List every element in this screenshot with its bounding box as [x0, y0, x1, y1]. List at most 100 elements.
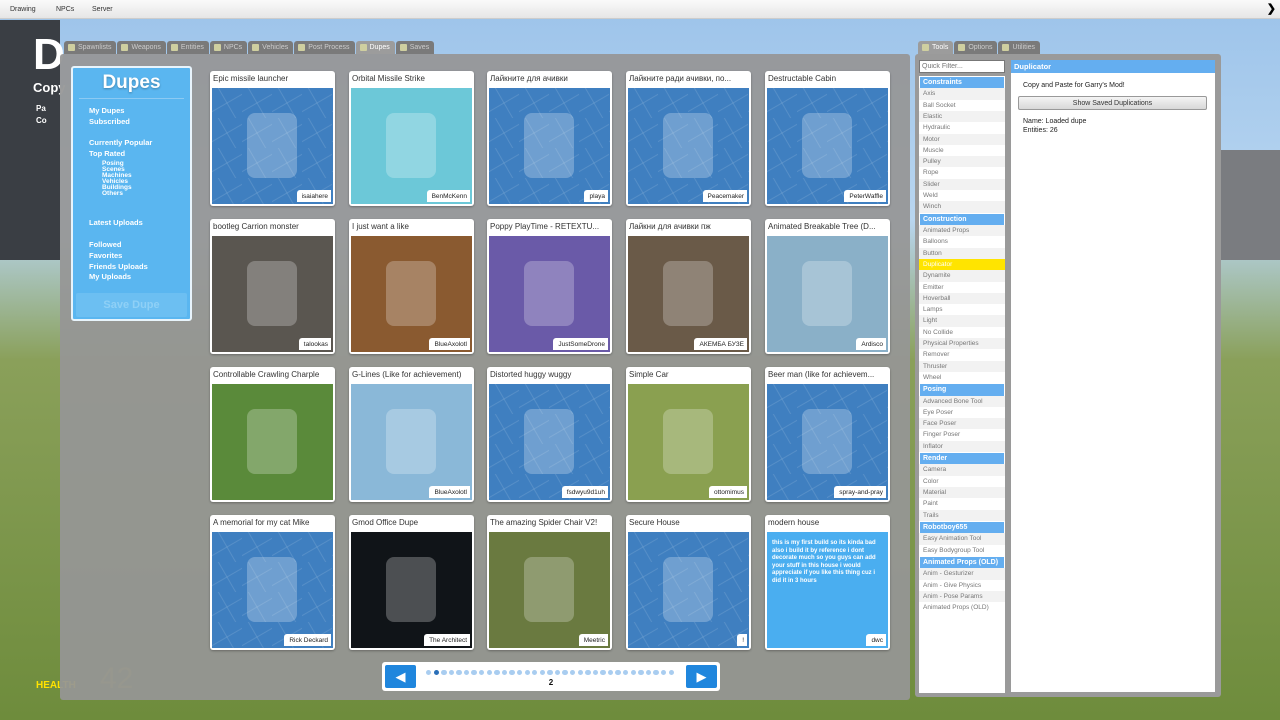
tool-item[interactable]: Color: [919, 476, 1005, 487]
dupe-author[interactable]: spray-and-pray: [834, 486, 886, 498]
quick-filter-input[interactable]: [919, 60, 1005, 73]
tab-entities[interactable]: Entities: [166, 41, 209, 54]
tool-category-header[interactable]: Render: [920, 453, 1004, 465]
tool-item[interactable]: Pulley: [919, 156, 1005, 168]
tool-item[interactable]: Winch: [919, 201, 1005, 213]
dupe-author[interactable]: BenMcKenn: [426, 190, 470, 202]
sidebar-item-my-dupes[interactable]: My Dupes: [89, 106, 124, 115]
dupe-author[interactable]: !: [737, 634, 747, 646]
dupe-card[interactable]: Destructable Cabin PeterWaffle: [765, 71, 890, 206]
page-dot[interactable]: [426, 670, 432, 676]
page-dot[interactable]: [448, 670, 455, 676]
dupe-card[interactable]: Gmod Office Dupe The Architect: [349, 515, 474, 650]
sidebar-item-favorites[interactable]: Favorites: [89, 251, 122, 260]
tool-item[interactable]: Wheel: [919, 372, 1005, 383]
tool-item[interactable]: Inflator: [919, 440, 1005, 453]
tab-spawnlists[interactable]: Spawnlists: [64, 41, 117, 54]
page-dot[interactable]: [433, 670, 439, 676]
dupe-card[interactable]: Лайкни для ачивки пж АКЕМБА БУЗЕ: [626, 219, 751, 354]
tool-item[interactable]: Eye Poser: [919, 407, 1005, 418]
tool-item[interactable]: Anim - Gesturizer: [919, 568, 1005, 580]
tool-item[interactable]: Trails: [919, 509, 1005, 521]
page-dot[interactable]: [638, 670, 644, 676]
tool-item[interactable]: Material: [919, 487, 1005, 499]
dupe-author[interactable]: dwc: [866, 634, 886, 646]
tab-dupes[interactable]: Dupes: [355, 41, 395, 54]
next-page-button[interactable]: ▶: [686, 665, 717, 688]
page-dot[interactable]: [653, 670, 659, 676]
dupe-author[interactable]: Rick Deckard: [284, 634, 331, 646]
tab-npcs[interactable]: NPCs: [209, 41, 248, 54]
page-dot[interactable]: [569, 670, 576, 676]
tool-item[interactable]: Animated Props (OLD): [919, 602, 1005, 613]
dupe-card[interactable]: Лайкните ради ачивки, по... Peacemaker: [626, 71, 751, 206]
tool-category-header[interactable]: Constraints: [920, 77, 1004, 89]
page-dot[interactable]: [554, 670, 561, 676]
tool-item[interactable]: Muscle: [919, 145, 1005, 156]
tool-item[interactable]: Dynamite: [919, 270, 1005, 282]
page-dot[interactable]: [668, 670, 674, 676]
page-dot[interactable]: [615, 670, 621, 676]
page-dot[interactable]: [562, 670, 568, 676]
dupe-author[interactable]: talookas: [298, 338, 331, 350]
menu-drawing[interactable]: Drawing: [10, 6, 36, 13]
dupe-author[interactable]: BlueAxolotl: [429, 486, 470, 498]
page-dot[interactable]: [547, 670, 553, 676]
page-dot[interactable]: [516, 670, 523, 676]
dupe-card[interactable]: modern house this is my first build so it…: [765, 515, 890, 650]
tool-item[interactable]: Ball Socket: [919, 100, 1005, 111]
sidebar-item-currently-popular[interactable]: Currently Popular: [89, 138, 152, 147]
menu-npcs[interactable]: NPCs: [56, 6, 74, 13]
chevron-right-icon[interactable]: ❯: [1267, 2, 1276, 15]
dupe-author[interactable]: JustSomeDrone: [553, 338, 608, 350]
page-dot[interactable]: [463, 670, 470, 676]
tab-post-process[interactable]: Post Process: [294, 41, 355, 54]
tool-category-header[interactable]: Robotboy655: [920, 521, 1004, 534]
page-dot[interactable]: [585, 670, 591, 676]
dupe-card[interactable]: Orbital Missile Strike BenMcKenn: [349, 71, 474, 206]
tool-item[interactable]: Rope: [919, 167, 1005, 178]
menu-server[interactable]: Server: [92, 6, 113, 13]
page-dot[interactable]: [645, 670, 652, 676]
dupe-author[interactable]: playa: [584, 190, 608, 202]
dupe-card[interactable]: Poppy PlayTime - RETEXTU... JustSomeDrone: [487, 219, 612, 354]
page-dot[interactable]: [524, 670, 530, 676]
tool-item[interactable]: Motor: [919, 133, 1005, 145]
tab-utilities[interactable]: Utilities: [998, 41, 1041, 54]
page-dot[interactable]: [471, 670, 477, 676]
page-dot[interactable]: [623, 670, 629, 676]
sidebar-item-followed[interactable]: Followed: [89, 240, 122, 249]
page-dot[interactable]: [630, 670, 636, 676]
tool-item[interactable]: Camera: [919, 464, 1005, 476]
tool-category-header[interactable]: Construction: [920, 213, 1004, 226]
show-saved-duplications-button[interactable]: Show Saved Duplications: [1018, 96, 1207, 110]
dupe-author[interactable]: Peacemaker: [702, 190, 747, 202]
page-dot[interactable]: [600, 670, 606, 676]
page-dot[interactable]: [592, 670, 599, 676]
tab-vehicles[interactable]: Vehicles: [248, 41, 294, 54]
dupe-card[interactable]: Secure House!: [626, 515, 751, 650]
tool-item[interactable]: Anim - Give Physics: [919, 580, 1005, 591]
sidebar-item-friends-uploads[interactable]: Friends Uploads: [89, 262, 148, 271]
tool-item[interactable]: Easy Bodygroup Tool: [919, 545, 1005, 556]
dupe-card[interactable]: Animated Breakable Tree (D... Ardisco: [765, 219, 890, 354]
tool-item[interactable]: Axis: [919, 88, 1005, 100]
tool-item[interactable]: Face Poser: [919, 418, 1005, 430]
tab-options[interactable]: Options: [954, 41, 998, 54]
page-dot[interactable]: [660, 670, 667, 676]
dupe-card[interactable]: bootleg Carrion monster talookas: [210, 219, 335, 354]
tool-item[interactable]: Easy Animation Tool: [919, 533, 1005, 545]
tab-tools[interactable]: Tools: [918, 41, 954, 54]
page-dot[interactable]: [486, 670, 493, 676]
tool-item[interactable]: Thruster: [919, 360, 1005, 372]
tool-item[interactable]: Finger Poser: [919, 429, 1005, 440]
dupe-card[interactable]: Simple Car ottomimus: [626, 367, 751, 502]
page-dot[interactable]: [607, 670, 614, 676]
dupe-card[interactable]: The amazing Spider Chair V2! Meetric: [487, 515, 612, 650]
dupe-author[interactable]: ottomimus: [709, 486, 747, 498]
page-dot[interactable]: [479, 670, 485, 676]
page-dot[interactable]: [494, 670, 500, 676]
dupe-author[interactable]: isaiahere: [296, 190, 331, 202]
tool-item[interactable]: Light: [919, 315, 1005, 327]
dupe-card[interactable]: A memorial for my cat Mike Rick Deckard: [210, 515, 335, 650]
